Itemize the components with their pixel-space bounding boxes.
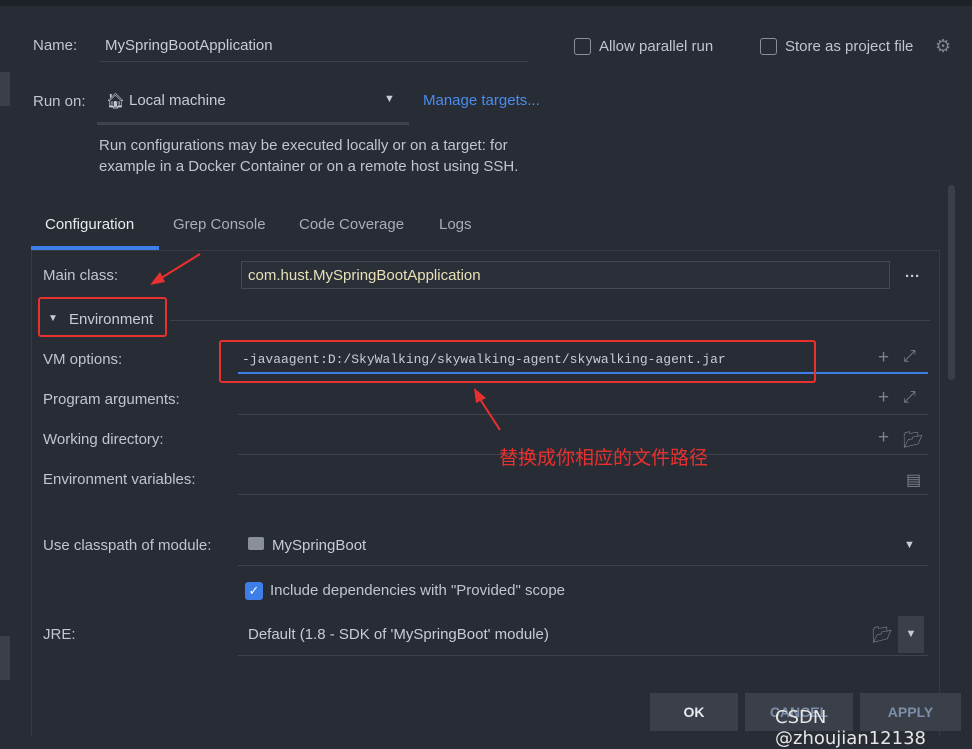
chevron-down-icon: ▼ bbox=[904, 539, 915, 551]
classpath-value: MySpringBoot bbox=[272, 537, 367, 554]
folder-icon[interactable]: 📂︎ bbox=[872, 625, 892, 645]
include-deps-checkbox[interactable]: ✓ bbox=[245, 582, 263, 600]
ok-button[interactable]: OK bbox=[650, 693, 738, 731]
include-deps-label: Include dependencies with "Provided" sco… bbox=[270, 582, 566, 599]
jre-dropdown-button[interactable]: ▼ bbox=[898, 616, 924, 653]
classpath-dropdown[interactable]: MySpringBoot ▼ bbox=[238, 528, 928, 566]
module-folder-icon bbox=[248, 537, 264, 550]
jre-label: JRE: bbox=[43, 626, 76, 643]
jre-dropdown[interactable]: Default (1.8 - SDK of 'MySpringBoot' mod… bbox=[238, 614, 928, 656]
jre-value: Default (1.8 - SDK of 'MySpringBoot' mod… bbox=[248, 626, 549, 643]
annotation-text: 替换成你相应的文件路径 bbox=[499, 448, 709, 469]
watermark: CSDN @zhoujian12138 bbox=[775, 707, 926, 749]
classpath-label: Use classpath of module: bbox=[43, 537, 212, 554]
